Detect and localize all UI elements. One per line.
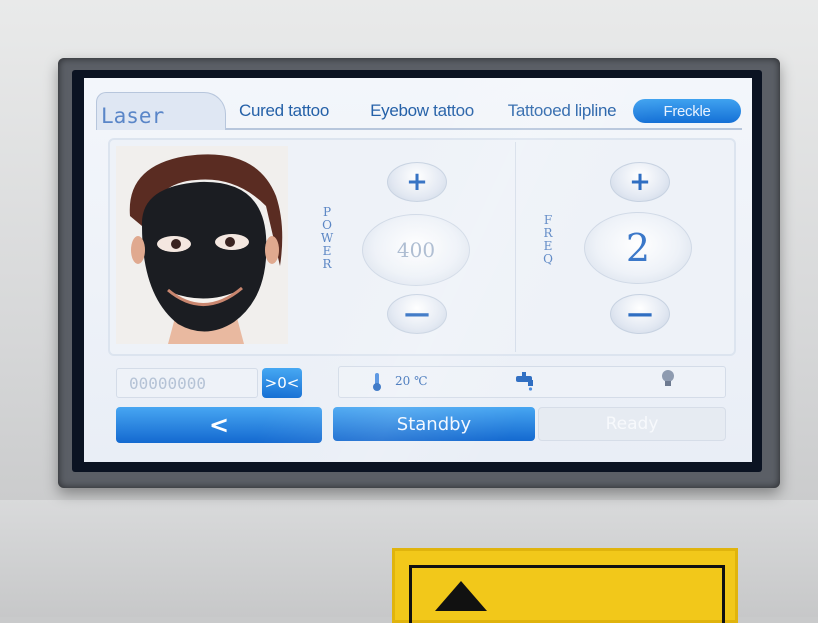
treatment-face-image <box>116 146 288 344</box>
counter-reset-button[interactable]: >0< <box>262 368 302 398</box>
freq-decrease-button[interactable]: — <box>610 294 670 334</box>
freq-label-letter: Q <box>543 252 553 266</box>
power-label-letter: R <box>322 257 332 271</box>
power-decrease-button[interactable]: — <box>387 294 447 334</box>
tab-eyebow-tattoo[interactable]: Eyebow tattoo <box>356 96 488 126</box>
tab-laser[interactable]: Laser <box>96 92 226 130</box>
plus-icon: + <box>406 167 428 197</box>
plus-icon: + <box>629 167 651 197</box>
minus-icon: — <box>404 299 430 329</box>
minus-icon: — <box>627 299 653 329</box>
power-label: P O W E R <box>318 206 336 271</box>
power-value-display: 400 <box>362 214 470 286</box>
freq-increase-button[interactable]: + <box>610 162 670 202</box>
freq-label: F R E Q <box>539 214 557 266</box>
warning-triangle-icon <box>435 581 487 611</box>
freq-value-display: 2 <box>584 212 692 284</box>
warning-label <box>392 548 738 623</box>
panel-divider <box>515 142 516 352</box>
tab-tattooed-lipline[interactable]: Tattooed lipline <box>498 96 626 126</box>
lamp-icon <box>660 368 676 390</box>
shot-counter: 00000000 <box>116 368 258 398</box>
tab-cured-tattoo[interactable]: Cured tattoo <box>220 96 348 126</box>
water-tap-icon <box>514 370 538 392</box>
thermometer-icon <box>371 372 383 392</box>
ready-button[interactable]: Ready <box>538 407 726 441</box>
back-button[interactable]: < <box>116 407 322 443</box>
temperature-readout: 20 ℃ <box>395 374 428 388</box>
power-increase-button[interactable]: + <box>387 162 447 202</box>
standby-button[interactable]: Standby <box>333 407 535 441</box>
tab-freckle[interactable]: Freckle <box>633 99 741 123</box>
tab-underline <box>226 128 742 130</box>
